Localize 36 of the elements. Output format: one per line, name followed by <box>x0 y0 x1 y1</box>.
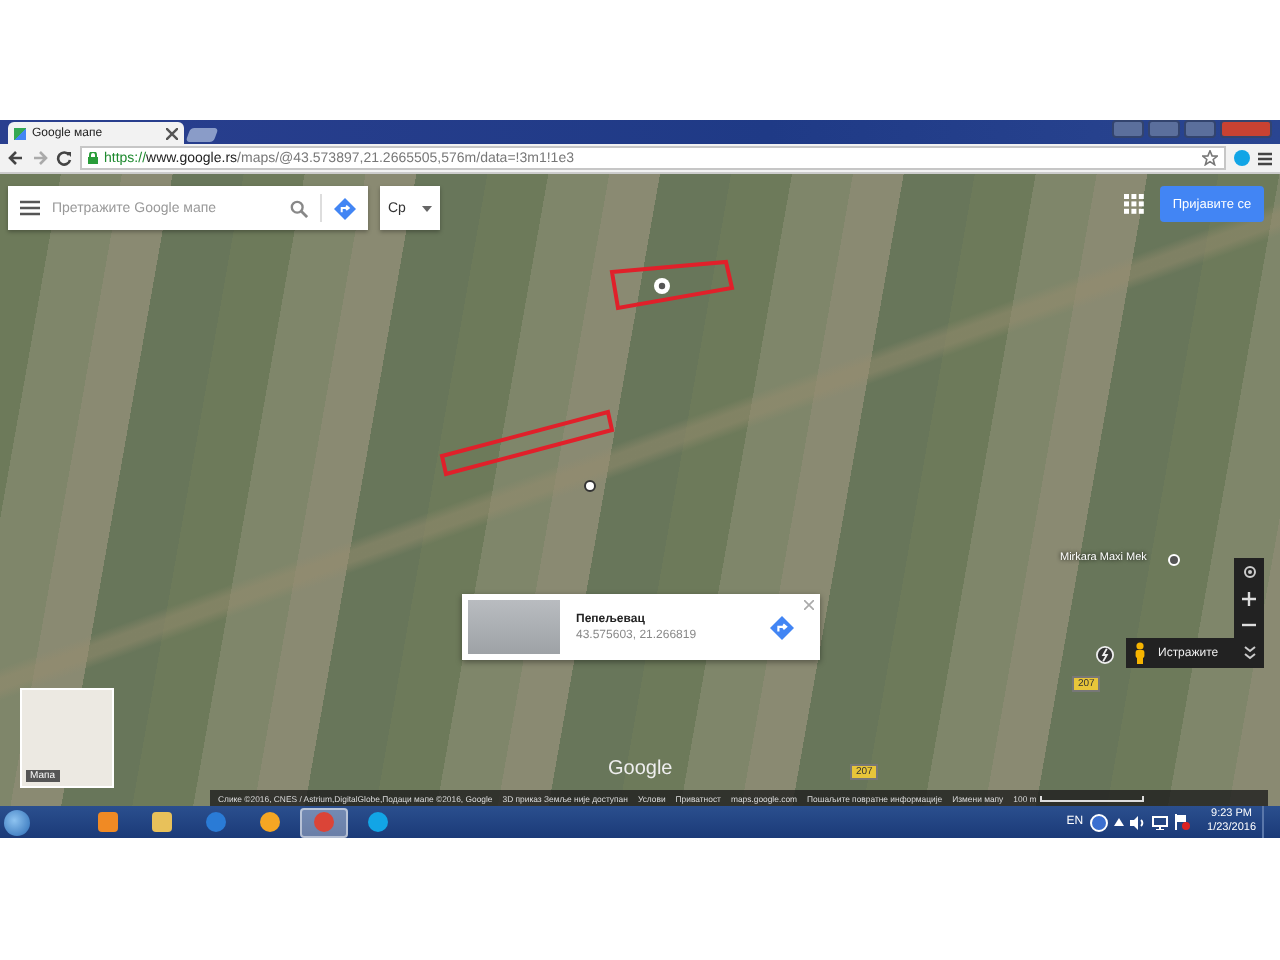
app-icon <box>206 812 226 832</box>
network-icon[interactable] <box>1151 815 1168 829</box>
reload-icon[interactable] <box>56 150 72 166</box>
chevron-icon <box>1244 646 1256 660</box>
pegman-icon <box>1134 642 1146 664</box>
speaker-icon[interactable] <box>1129 815 1146 829</box>
menu-icon[interactable] <box>1258 151 1272 165</box>
app-icon <box>368 812 388 832</box>
directions-icon[interactable] <box>334 197 356 219</box>
map-pin-icon <box>654 278 670 294</box>
star-icon[interactable] <box>1202 150 1218 166</box>
caret-icon <box>421 205 432 211</box>
app-icon <box>314 812 334 832</box>
taskbar-app[interactable] <box>300 807 348 837</box>
lock-icon <box>88 152 98 164</box>
start-button[interactable] <box>4 809 30 835</box>
street-view-thumbnail <box>468 600 560 654</box>
search-icon[interactable] <box>290 199 308 217</box>
maps-icon <box>14 127 26 139</box>
flag-icon[interactable] <box>1173 814 1190 830</box>
app-icon <box>152 812 172 832</box>
my-location-icon[interactable] <box>1241 564 1257 580</box>
app-icon <box>98 812 118 832</box>
zoom-in-icon[interactable] <box>1242 592 1256 606</box>
show-hidden-icons-icon[interactable] <box>1113 818 1124 826</box>
close-icon[interactable] <box>166 127 178 139</box>
google-logo: Google <box>608 758 673 780</box>
parcel-outline <box>609 259 735 311</box>
menu-icon[interactable] <box>20 200 40 216</box>
app-icon <box>260 812 280 832</box>
new-tab-button[interactable] <box>185 128 219 142</box>
directions-icon[interactable] <box>770 615 794 639</box>
zoom-out-icon[interactable] <box>1242 618 1256 632</box>
apps-grid-icon[interactable] <box>1124 194 1144 214</box>
back-icon[interactable] <box>8 150 24 166</box>
location-dot <box>584 480 596 492</box>
